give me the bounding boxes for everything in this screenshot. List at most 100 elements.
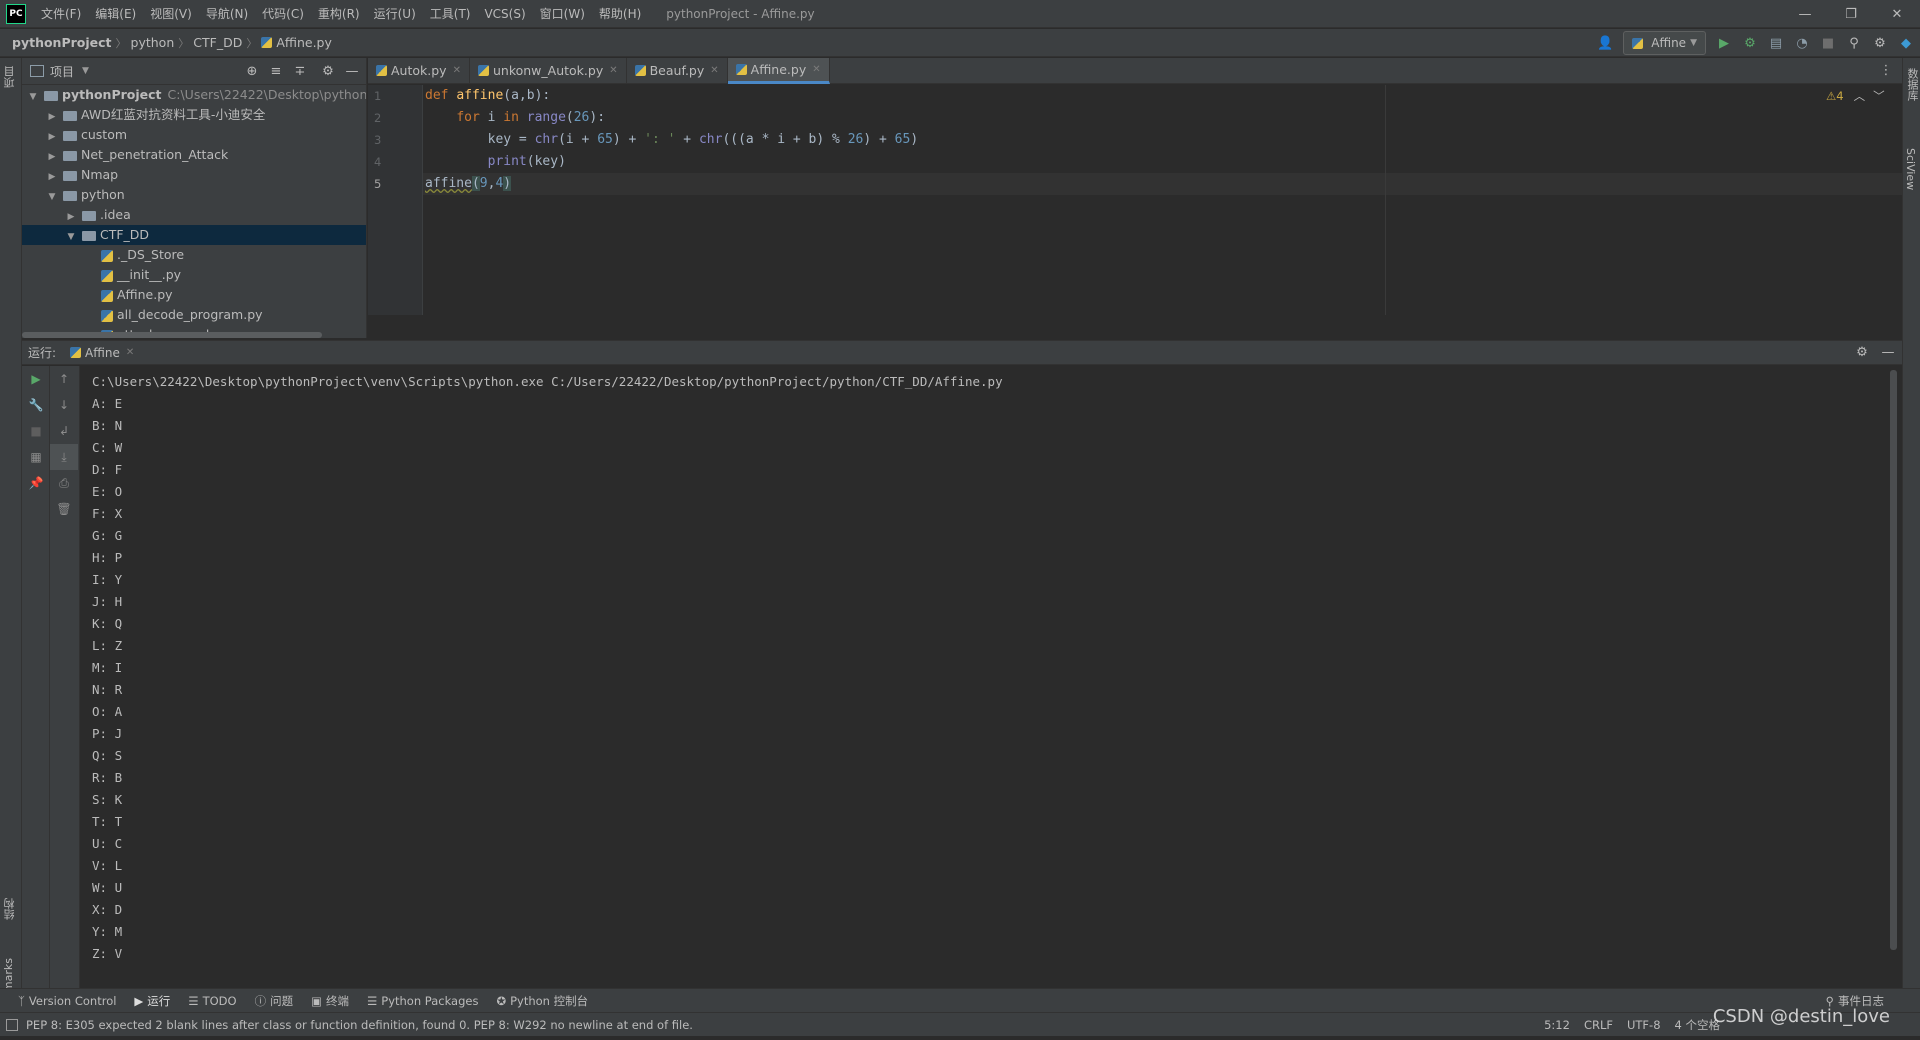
- project-panel-title[interactable]: 项目: [50, 63, 74, 80]
- chevron-right-icon[interactable]: ▶: [64, 207, 78, 227]
- chevron-up-icon[interactable]: ︿: [1854, 88, 1866, 104]
- code-editor[interactable]: def affine(a,b): for i in range(26): key…: [423, 85, 1902, 315]
- run-tool[interactable]: ▶ 运行: [134, 993, 170, 1009]
- tree-item[interactable]: ▼ python: [22, 185, 366, 205]
- hide-panel-icon[interactable]: —: [1880, 345, 1896, 361]
- close-icon[interactable]: ✕: [812, 64, 820, 75]
- close-icon[interactable]: ✕: [710, 65, 718, 76]
- menu-refactor[interactable]: 重构(R): [311, 0, 367, 28]
- tree-item[interactable]: ▶ custom: [22, 125, 366, 145]
- run-console[interactable]: C:\Users\22422\Desktop\pythonProject\ven…: [80, 366, 1902, 988]
- file-encoding[interactable]: UTF-8: [1627, 1018, 1661, 1032]
- project-tool-tab[interactable]: 项目: [2, 66, 18, 88]
- breadcrumb-ctf-dd[interactable]: CTF_DD: [193, 35, 242, 50]
- vertical-scrollbar[interactable]: [1890, 370, 1897, 950]
- tree-item[interactable]: Affine.py: [22, 285, 366, 305]
- todo-tool[interactable]: ☰ TODO: [188, 994, 236, 1008]
- menu-window[interactable]: 窗口(W): [533, 0, 592, 28]
- more-tabs-icon[interactable]: ⋮: [1878, 63, 1894, 79]
- menu-help[interactable]: 帮助(H): [592, 0, 648, 28]
- scroll-to-end-icon[interactable]: ⤓: [50, 444, 78, 470]
- close-window-button[interactable]: ✕: [1874, 0, 1920, 28]
- problems-tool[interactable]: ⓘ 问题: [255, 993, 294, 1009]
- tree-item[interactable]: ▶ .idea: [22, 205, 366, 225]
- menu-edit[interactable]: 编辑(E): [88, 0, 143, 28]
- expand-all-icon[interactable]: ≡: [268, 63, 284, 79]
- tab-unkonw-autok[interactable]: unkonw_Autok.py ✕: [470, 57, 627, 84]
- run-icon[interactable]: ▶: [1716, 35, 1732, 51]
- tab-affine[interactable]: Affine.py ✕: [727, 57, 830, 84]
- print-icon[interactable]: ⎙: [50, 470, 78, 496]
- run-settings-gear-icon[interactable]: ⚙: [1854, 345, 1870, 361]
- version-control-tool[interactable]: ᛉ Version Control: [18, 994, 116, 1008]
- settings-gear-icon[interactable]: ⚙: [1872, 35, 1888, 51]
- collapse-all-icon[interactable]: ∓: [292, 63, 308, 79]
- tree-item[interactable]: ▶ AWD红蓝对抗资料工具-小迪安全: [22, 105, 366, 125]
- tab-autok[interactable]: Autok.py ✕: [368, 57, 470, 84]
- tree-item[interactable]: ▶ Nmap: [22, 165, 366, 185]
- tab-beauf[interactable]: Beauf.py ✕: [627, 57, 728, 84]
- menu-file[interactable]: 文件(F): [34, 0, 88, 28]
- sciview-tool-tab[interactable]: SciView: [1904, 148, 1917, 190]
- database-tool-tab[interactable]: 数据库: [1904, 68, 1920, 101]
- jetbrains-toolbox-icon[interactable]: ◆: [1898, 35, 1914, 51]
- locate-file-icon[interactable]: ⊕: [244, 63, 260, 79]
- soft-wrap-icon[interactable]: ↲: [50, 418, 78, 444]
- tree-item[interactable]: __init__.py: [22, 265, 366, 285]
- breadcrumb-project[interactable]: pythonProject: [12, 35, 112, 50]
- chevron-down-icon[interactable]: ﹀: [1873, 88, 1885, 104]
- stop-icon[interactable]: ■: [1820, 35, 1836, 51]
- chevron-down-icon[interactable]: ▼: [45, 187, 59, 207]
- breadcrumb-python[interactable]: python: [131, 35, 175, 50]
- python-console-tool[interactable]: ✪ Python 控制台: [496, 993, 588, 1009]
- pin-icon[interactable]: 📌: [22, 470, 50, 496]
- inspection-widget[interactable]: ⚠4 ︿ ﹀: [1826, 88, 1885, 104]
- breadcrumb-file[interactable]: Affine.py: [276, 35, 332, 50]
- coverage-icon[interactable]: ▤: [1768, 35, 1784, 51]
- user-account-icon[interactable]: 👤: [1597, 35, 1613, 51]
- stop-icon[interactable]: ■: [22, 418, 50, 444]
- chevron-down-icon[interactable]: ▼: [64, 227, 78, 247]
- chevron-down-icon[interactable]: ▼: [26, 87, 40, 107]
- line-separator[interactable]: CRLF: [1584, 1018, 1613, 1032]
- python-packages-tool[interactable]: ☰ Python Packages: [367, 994, 479, 1008]
- close-icon[interactable]: ✕: [126, 347, 134, 358]
- chevron-right-icon[interactable]: ▶: [45, 147, 59, 167]
- panel-settings-gear-icon[interactable]: ⚙: [320, 63, 336, 79]
- hide-panel-icon[interactable]: —: [344, 63, 360, 79]
- close-icon[interactable]: ✕: [609, 65, 617, 76]
- tree-item[interactable]: all_decode_program.py: [22, 305, 366, 325]
- chevron-right-icon[interactable]: ▶: [45, 167, 59, 187]
- menu-view[interactable]: 视图(V): [143, 0, 199, 28]
- wrench-icon[interactable]: 🔧: [22, 392, 50, 418]
- chevron-down-icon[interactable]: ▼: [82, 66, 89, 76]
- menu-tools[interactable]: 工具(T): [423, 0, 478, 28]
- tree-item[interactable]: ▼ CTF_DD: [22, 225, 366, 245]
- menu-vcs[interactable]: VCS(S): [477, 0, 532, 28]
- tree-item[interactable]: ▼ pythonProject C:\Users\22422\Desktop\pyt…: [22, 85, 366, 105]
- status-panel-icon[interactable]: [6, 1019, 18, 1031]
- profile-icon[interactable]: ◔: [1794, 35, 1810, 51]
- tree-item[interactable]: ._DS_Store: [22, 245, 366, 265]
- horizontal-scrollbar[interactable]: [22, 332, 322, 338]
- rerun-icon[interactable]: ▶: [22, 366, 50, 392]
- minimize-button[interactable]: —: [1782, 0, 1828, 28]
- debug-icon[interactable]: ⚙: [1742, 35, 1758, 51]
- arrow-down-icon[interactable]: ↓: [50, 392, 78, 418]
- caret-position[interactable]: 5:12: [1544, 1018, 1570, 1032]
- restore-layout-icon[interactable]: ▦: [22, 444, 50, 470]
- terminal-tool[interactable]: ▣ 终端: [311, 993, 349, 1009]
- menu-code[interactable]: 代码(C): [255, 0, 311, 28]
- search-icon[interactable]: ⚲: [1846, 35, 1862, 51]
- tree-item[interactable]: ▶ Net_penetration_Attack: [22, 145, 366, 165]
- restore-button[interactable]: ❐: [1828, 0, 1874, 28]
- chevron-right-icon[interactable]: ▶: [45, 107, 59, 127]
- chevron-right-icon[interactable]: ▶: [45, 127, 59, 147]
- run-configuration-selector[interactable]: Affine ▼: [1623, 31, 1706, 55]
- run-tab-affine[interactable]: Affine: [85, 346, 120, 360]
- trash-icon[interactable]: 🗑: [50, 496, 78, 522]
- arrow-up-icon[interactable]: ↑: [50, 366, 78, 392]
- menu-run[interactable]: 运行(U): [367, 0, 423, 28]
- structure-tool-tab[interactable]: 结构: [2, 898, 18, 920]
- close-icon[interactable]: ✕: [453, 65, 461, 76]
